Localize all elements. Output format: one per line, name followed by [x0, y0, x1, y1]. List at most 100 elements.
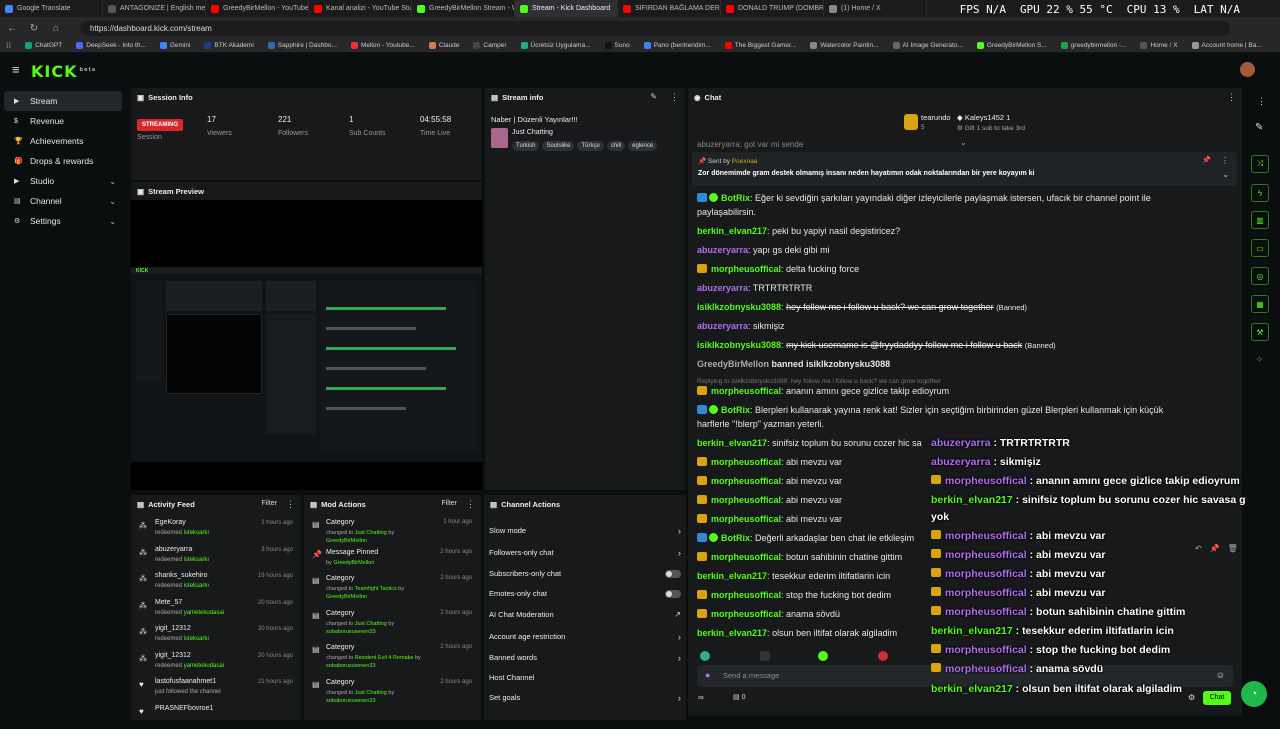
- sidebar-item-studio[interactable]: ▶ Studio ⌄: [4, 171, 122, 191]
- channel-action-slow-mode[interactable]: Slow mode ›: [489, 526, 681, 540]
- chat-message[interactable]: BotRix: Eğer ki sevdiğin şarkıları yayın…: [697, 191, 1151, 205]
- bookmark-item[interactable]: Mellon - Youtube...: [350, 42, 415, 49]
- activity-user[interactable]: Mete_57: [155, 599, 182, 606]
- channel-action-host-channel[interactable]: Host Channel: [489, 673, 681, 687]
- stream-tag[interactable]: Türkçe: [577, 141, 604, 151]
- emote-icon[interactable]: [760, 651, 770, 661]
- browser-tab[interactable]: GreedyBirMellon - YouTube: [206, 0, 309, 17]
- stream-preview-video[interactable]: KICK: [131, 200, 482, 490]
- chat-username[interactable]: berkin_elvan217: [697, 226, 767, 236]
- bookmark-item[interactable]: Claude: [428, 42, 459, 49]
- browser-tab[interactable]: GreedyBirMellon Stream - Watch: [412, 0, 515, 17]
- chat-username[interactable]: abuzeryarra: [697, 283, 748, 293]
- chat-message[interactable]: morpheusoffical: botun sahibinin chatine…: [697, 550, 902, 564]
- sidebar-item-achievements[interactable]: 🏆 Achievements: [4, 131, 122, 151]
- emote-icon[interactable]: [818, 651, 828, 661]
- mod-more-icon[interactable]: ⋮: [466, 499, 475, 510]
- sidebar-item-drops-rewards[interactable]: 🎁 Drops & rewards: [4, 151, 122, 171]
- activity-user[interactable]: yigit_12312: [155, 625, 191, 632]
- chat-username[interactable]: berkin_elvan217: [697, 628, 767, 638]
- chat-message[interactable]: morpheusoffical: abi mevzu var: [697, 474, 842, 488]
- bookmark-item[interactable]: Ücretsiz Uygulama...: [520, 42, 591, 49]
- toggle-switch[interactable]: [665, 570, 681, 578]
- activity-more-icon[interactable]: ⋮: [286, 499, 295, 510]
- bookmark-item[interactable]: The Biggest Gamer...: [724, 42, 796, 49]
- browser-tab[interactable]: Google Translate: [0, 0, 103, 17]
- stream-tag[interactable]: Soulslike: [542, 141, 575, 151]
- pinned-message[interactable]: 📌 Sent by Poexnaa Zor dönemimde gram des…: [692, 152, 1237, 186]
- bookmark-item[interactable]: Account home | Ba...: [1191, 42, 1262, 49]
- browser-tab[interactable]: Stream - Kick Dashboard: [515, 0, 618, 17]
- chat-message[interactable]: morpheusoffical: anama sövdü: [697, 607, 840, 621]
- channel-action-account-age-restriction[interactable]: Account age restriction ›: [489, 632, 681, 646]
- chat-message[interactable]: berkin_elvan217: peki bu yapiyi nasil de…: [697, 224, 900, 238]
- sidebar-item-stream[interactable]: ▶ Stream: [4, 91, 122, 111]
- chat-username[interactable]: GreedyBirMellon: [697, 359, 769, 369]
- stream-tag[interactable]: eglence: [628, 141, 658, 151]
- chat-message[interactable]: morpheusoffical: abi mevzu var: [697, 512, 842, 526]
- chat-username[interactable]: abuzeryarra: [697, 321, 748, 331]
- calendar-icon[interactable]: ▦: [1251, 295, 1269, 313]
- emote-icon[interactable]: [700, 651, 710, 661]
- channel-action-emotes-only-chat[interactable]: Emotes-only chat: [489, 589, 681, 603]
- browser-tab[interactable]: Kanal analizi - YouTube Studio: [309, 0, 412, 17]
- chat-message[interactable]: paylaşabilirsin.: [697, 205, 756, 219]
- bookmark-item[interactable]: AI Image Generato...: [892, 42, 963, 49]
- chat-username[interactable]: morpheusoffical: [711, 590, 781, 600]
- channel-points-icon[interactable]: ∞: [698, 693, 704, 702]
- browser-tab[interactable]: SIFIRDAN BAĞLAMA DERSİ 7 | Bİ: [618, 0, 721, 17]
- apps-icon[interactable]: ⁝⁝: [6, 41, 11, 50]
- browser-tab[interactable]: DONALD TRUMP (DOMBRA TRAP): [721, 0, 824, 17]
- activity-user[interactable]: lastofusfaanahmet1: [155, 678, 216, 685]
- chat-username[interactable]: BotRix: [721, 533, 750, 543]
- sidebar-item-revenue[interactable]: $ Revenue: [4, 111, 122, 131]
- chat-username[interactable]: morpheusoffical: [711, 609, 781, 619]
- chat-username[interactable]: morpheusoffical: [711, 552, 781, 562]
- chat-message[interactable]: abuzeryarra: sikmişiz: [697, 319, 785, 333]
- url-input[interactable]: https://dashboard.kick.com/stream: [80, 20, 1230, 36]
- more-menu-icon[interactable]: ⋮: [670, 92, 679, 103]
- edit-pencil-icon[interactable]: ✎: [650, 92, 657, 101]
- emote-icon[interactable]: [878, 651, 888, 661]
- lightning-icon[interactable]: ϟ: [1251, 184, 1269, 202]
- add-widget-icon[interactable]: ⁘: [1256, 355, 1263, 364]
- chat-message[interactable]: abuzeryarra: TRTRTRTRTR: [697, 281, 812, 295]
- chat-message[interactable]: berkin_elvan217: sinifsiz toplum bu soru…: [697, 436, 922, 450]
- activity-user[interactable]: shanks_sukehiro: [155, 572, 208, 579]
- back-icon[interactable]: ←: [6, 23, 18, 34]
- raid-icon[interactable]: ⤨: [1251, 155, 1269, 173]
- chat-message[interactable]: morpheusoffical: stop the fucking bot de…: [697, 588, 891, 602]
- reply-icon[interactable]: ↶: [1195, 544, 1202, 553]
- mod-filter-button[interactable]: Filter: [441, 500, 457, 507]
- chat-message[interactable]: abuzeryarra: yapı gs deki gibi mi: [697, 243, 830, 257]
- bookmark-item[interactable]: ChatGPT: [25, 42, 62, 49]
- message-icon[interactable]: ▭: [1251, 239, 1269, 257]
- channel-action-followers-only-chat[interactable]: Followers-only chat ›: [489, 548, 681, 562]
- collapse-leaderboard-icon[interactable]: ⌄: [960, 138, 967, 147]
- chat-username[interactable]: morpheusoffical: [711, 476, 781, 486]
- expand-pinned-icon[interactable]: ⌄: [1222, 170, 1229, 179]
- delete-message-icon[interactable]: 🗑: [1228, 544, 1238, 553]
- chat-settings-icon[interactable]: ⚙: [1188, 693, 1195, 702]
- chat-message[interactable]: morpheusoffical: abi mevzu var: [697, 455, 842, 469]
- home-icon[interactable]: ⌂: [50, 23, 62, 34]
- chat-message[interactable]: GreedyBirMellon banned isiklkzobnysku308…: [697, 357, 890, 371]
- kick-logo[interactable]: KICK beta: [31, 62, 96, 81]
- pin-message-icon[interactable]: 📌: [1210, 544, 1220, 553]
- channel-action-ai-chat-moderation[interactable]: AI Chat Moderation ↗: [489, 610, 681, 624]
- chat-username[interactable]: berkin_elvan217: [697, 571, 767, 581]
- chat-username[interactable]: morpheusoffical: [711, 514, 781, 524]
- channel-action-set-goals[interactable]: Set goals ›: [489, 693, 681, 707]
- channel-action-subscribers-only-chat[interactable]: Subscribers-only chat: [489, 569, 681, 583]
- broadcast-icon[interactable]: ◎: [1251, 267, 1269, 285]
- chat-username[interactable]: morpheusoffical: [711, 457, 781, 467]
- rail-more-icon[interactable]: ⋮: [1257, 96, 1266, 107]
- bookmark-item[interactable]: Pano (bentrendim...: [643, 42, 711, 49]
- reload-icon[interactable]: ↻: [28, 23, 40, 34]
- chat-username[interactable]: isiklkzobnysku3088: [697, 302, 781, 312]
- chat-username[interactable]: BotRix: [721, 193, 750, 203]
- chat-username[interactable]: morpheusoffical: [711, 264, 781, 274]
- bookmark-item[interactable]: Sapphire | Dashbo...: [267, 42, 337, 49]
- activity-user[interactable]: PRASNEFbovroe1: [155, 705, 213, 712]
- chat-message[interactable]: isiklkzobnysku3088: my kick username is …: [697, 338, 1056, 353]
